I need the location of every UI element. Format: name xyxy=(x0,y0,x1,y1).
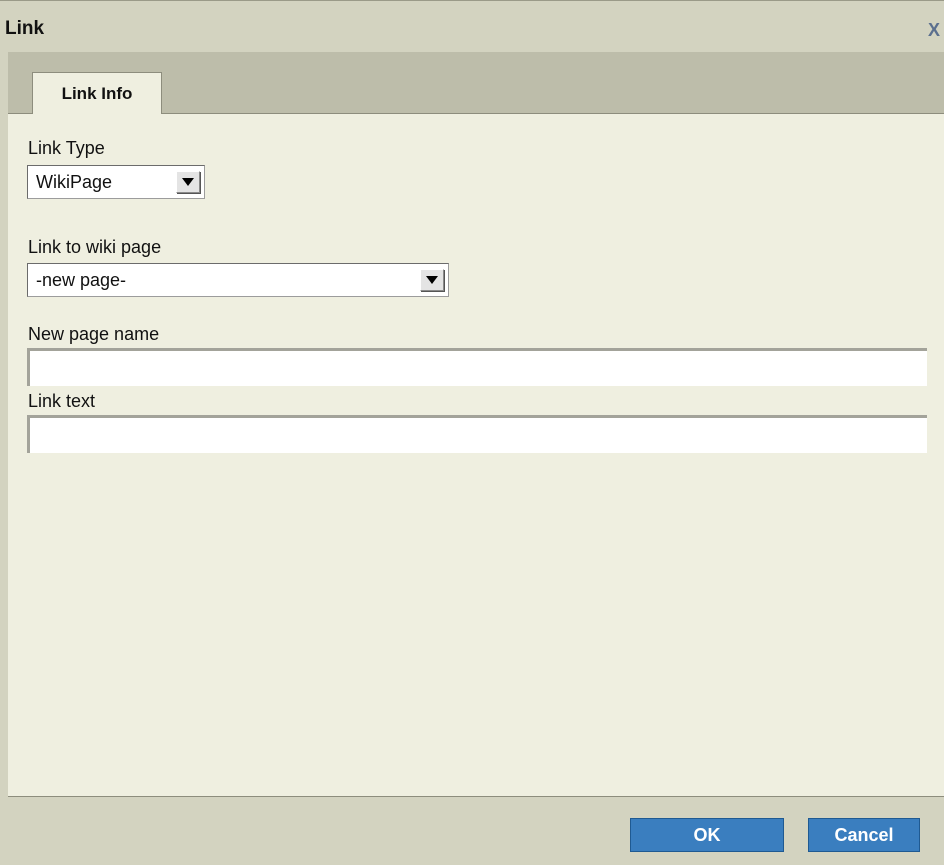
tab-link-info[interactable]: Link Info xyxy=(32,72,162,114)
tab-bar: Link Info xyxy=(8,52,944,114)
dialog-titlebar[interactable]: Link X xyxy=(0,0,944,52)
dropdown-arrow-icon[interactable] xyxy=(176,171,200,193)
dialog-footer: OK Cancel xyxy=(8,796,944,865)
wiki-page-value: -new page- xyxy=(36,270,127,290)
link-dialog: Link X Link Info Link Type WikiPage Link… xyxy=(0,0,944,865)
link-text-input[interactable] xyxy=(27,415,927,453)
wiki-page-label: Link to wiki page xyxy=(28,237,162,257)
link-text-label: Link text xyxy=(28,391,96,411)
close-icon[interactable]: X xyxy=(928,21,940,39)
link-type-value: WikiPage xyxy=(36,172,113,192)
link-type-label: Link Type xyxy=(28,138,105,158)
new-page-name-label: New page name xyxy=(28,324,160,344)
dropdown-arrow-icon[interactable] xyxy=(420,269,444,291)
link-type-select[interactable]: WikiPage xyxy=(27,165,205,199)
dialog-title: Link xyxy=(5,18,45,39)
cancel-button[interactable]: Cancel xyxy=(808,818,920,852)
wiki-page-select[interactable]: -new page- xyxy=(27,263,449,297)
new-page-name-input[interactable] xyxy=(27,348,927,386)
ok-button[interactable]: OK xyxy=(630,818,784,852)
